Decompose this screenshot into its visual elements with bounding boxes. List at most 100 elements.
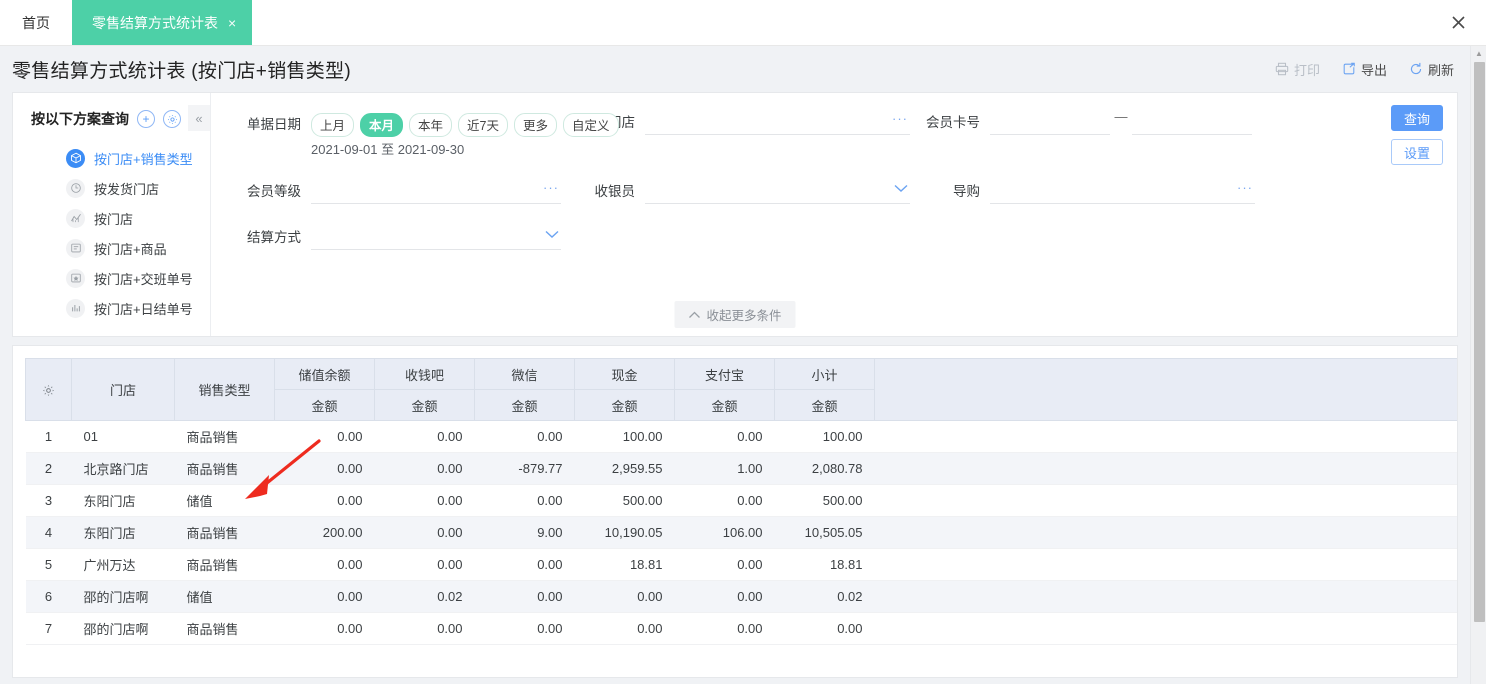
collapse-scheme-panel-button[interactable]: « [188, 105, 210, 131]
window-close-icon[interactable] [1430, 0, 1486, 45]
table-row[interactable]: 2 北京路门店 商品销售 0.00 0.00 -879.77 2,959.55 1.00 2,0… [25, 452, 1457, 485]
row-shouqianba: 0.00 [374, 452, 475, 485]
member-level-input[interactable]: ··· [311, 174, 561, 204]
guide-input[interactable]: ··· [990, 174, 1255, 204]
page-body: 零售结算方式统计表 (按门店+销售类型) 打印 导出 刷新 按以下方案查询 + … [0, 46, 1470, 684]
ship-store-more-icon[interactable]: ··· [892, 110, 908, 128]
date-chip-more[interactable]: 更多 [514, 113, 558, 137]
scheme-column: 按以下方案查询 + « 按门店+销售类型 按发货门店 按门店 按门店+商品 按门… [13, 93, 211, 336]
row-wechat: 0.00 [474, 580, 575, 613]
row-sale-type: 储值 [174, 484, 275, 517]
result-table-panel: 门店 销售类型 储值余额 收钱吧 微信 现金 支付宝 小计 金额 金额 金额 金… [12, 345, 1458, 678]
sidebar-item-label: 按门店+日结单号 [94, 301, 193, 317]
row-index: 4 [25, 516, 72, 549]
row-alipay: 0.00 [674, 484, 775, 517]
member-level-label: 会员等级 [247, 184, 301, 199]
subcol-alipay-amount: 金额 [674, 389, 775, 421]
refresh-button[interactable]: 刷新 [1409, 60, 1454, 79]
row-stored-balance: 200.00 [274, 516, 375, 549]
row-filler [874, 484, 1457, 517]
row-alipay: 0.00 [674, 612, 775, 645]
query-form: 单据日期 上月 本月 本年 近7天 更多 自定义 2021-09-01 至 20… [211, 93, 1457, 336]
col-subtotal[interactable]: 小计 [774, 358, 875, 390]
sidebar-item-by-ship-store[interactable]: 按发货门店 [13, 173, 210, 203]
settings-button[interactable]: 设置 [1391, 139, 1443, 165]
date-chip-last-7-days[interactable]: 近7天 [458, 113, 508, 137]
row-cash: 10,190.05 [574, 516, 675, 549]
row-shouqianba: 0.00 [374, 612, 475, 645]
member-card-to-input[interactable] [1132, 105, 1252, 135]
table-row[interactable]: 6 邵的门店啊 储值 0.00 0.02 0.00 0.00 0.00 0.02 [25, 580, 1457, 613]
sidebar-item-by-store-and-sale-type[interactable]: 按门店+销售类型 [13, 143, 210, 173]
col-sale-type[interactable]: 销售类型 [174, 358, 275, 421]
chevron-down-icon[interactable] [545, 226, 559, 244]
date-chip-this-year[interactable]: 本年 [409, 113, 453, 137]
document-date-label: 单据日期 [247, 117, 301, 132]
field-ship-store: 发货门店 ··· [569, 105, 914, 135]
sidebar-item-label: 按发货门店 [94, 181, 160, 197]
sidebar-item-label: 按门店+交班单号 [94, 271, 193, 287]
col-shouqianba[interactable]: 收钱吧 [374, 358, 475, 390]
table-settings-gear-icon[interactable] [25, 358, 72, 421]
table-row[interactable]: 1 01 商品销售 0.00 0.00 0.00 100.00 0.00 100.00 [25, 420, 1457, 453]
sidebar-item-by-store-and-product[interactable]: 按门店+商品 [13, 233, 210, 263]
title-row: 零售结算方式统计表 (按门店+销售类型) 打印 导出 刷新 [0, 46, 1470, 92]
vertical-scrollbar[interactable]: ▲ [1470, 46, 1486, 684]
row-index: 6 [25, 580, 72, 613]
collapse-more-conditions-button[interactable]: 收起更多条件 [674, 301, 796, 328]
member-card-label: 会员卡号 [926, 115, 980, 130]
date-chip-last-month[interactable]: 上月 [311, 113, 355, 137]
col-wechat[interactable]: 微信 [474, 358, 575, 390]
row-alipay: 106.00 [674, 516, 775, 549]
table-row[interactable]: 7 邵的门店啊 商品销售 0.00 0.00 0.00 0.00 0.00 0.00 [25, 612, 1457, 645]
col-stored-balance[interactable]: 储值余额 [274, 358, 375, 390]
row-alipay: 1.00 [674, 452, 775, 485]
row-sale-type: 储值 [174, 580, 275, 613]
sidebar-item-by-store-and-shift-no[interactable]: 按门店+交班单号 [13, 263, 210, 293]
date-chip-this-month[interactable]: 本月 [360, 113, 404, 137]
query-button[interactable]: 查询 [1391, 105, 1443, 131]
tab-close-icon[interactable]: × [228, 16, 236, 30]
row-wechat: 0.00 [474, 548, 575, 581]
member-card-from-input[interactable] [990, 105, 1110, 135]
table-row[interactable]: 3 东阳门店 储值 0.00 0.00 0.00 500.00 0.00 500.00 [25, 484, 1457, 517]
date-chip-custom[interactable]: 自定义 [563, 113, 619, 137]
ship-store-input[interactable]: ··· [645, 105, 910, 135]
row-subtotal: 500.00 [774, 484, 875, 517]
form-row-3: 结算方式 [239, 212, 1443, 250]
col-alipay[interactable]: 支付宝 [674, 358, 775, 390]
row-index: 3 [25, 484, 72, 517]
col-store[interactable]: 门店 [71, 358, 175, 421]
print-button[interactable]: 打印 [1275, 60, 1320, 79]
form-row-2: 会员等级 ··· 收银员 导购 ··· [239, 166, 1443, 204]
row-subtotal: 100.00 [774, 420, 875, 453]
tab-home[interactable]: 首页 [0, 0, 72, 45]
scroll-up-icon[interactable]: ▲ [1471, 46, 1486, 60]
settle-method-select[interactable] [311, 220, 561, 250]
row-filler [874, 516, 1457, 549]
refresh-label: 刷新 [1427, 62, 1454, 78]
row-shouqianba: 0.00 [374, 548, 475, 581]
row-cash: 0.00 [574, 612, 675, 645]
scheme-settings-gear-icon[interactable] [163, 110, 181, 128]
sidebar-item-by-store-and-daily-no[interactable]: 按门店+日结单号 [13, 293, 210, 323]
export-button[interactable]: 导出 [1342, 60, 1387, 79]
result-table-body: 1 01 商品销售 0.00 0.00 0.00 100.00 0.00 100.00 2 北京路门… [25, 420, 1457, 645]
chevron-down-icon[interactable] [894, 180, 908, 198]
scheme-header: 按以下方案查询 + [13, 107, 210, 131]
star-card-icon [66, 268, 85, 288]
date-range-text[interactable]: 2021-09-01 至 2021-09-30 [311, 139, 561, 158]
table-row[interactable]: 5 广州万达 商品销售 0.00 0.00 0.00 18.81 0.00 18.81 [25, 548, 1457, 581]
row-subtotal: 18.81 [774, 548, 875, 581]
tab-retail-settlement-report[interactable]: 零售结算方式统计表 × [72, 0, 253, 45]
member-level-more-icon[interactable]: ··· [543, 179, 559, 197]
sidebar-item-label: 按门店 [94, 211, 134, 227]
col-cash[interactable]: 现金 [574, 358, 675, 390]
add-scheme-icon[interactable]: + [137, 110, 155, 128]
scrollbar-thumb[interactable] [1474, 62, 1485, 622]
cashier-select[interactable] [645, 174, 910, 204]
guide-more-icon[interactable]: ··· [1237, 179, 1253, 197]
row-stored-balance: 0.00 [274, 580, 375, 613]
sidebar-item-by-store[interactable]: 按门店 [13, 203, 210, 233]
table-row[interactable]: 4 东阳门店 商品销售 200.00 0.00 9.00 10,190.05 106.00 10… [25, 516, 1457, 549]
